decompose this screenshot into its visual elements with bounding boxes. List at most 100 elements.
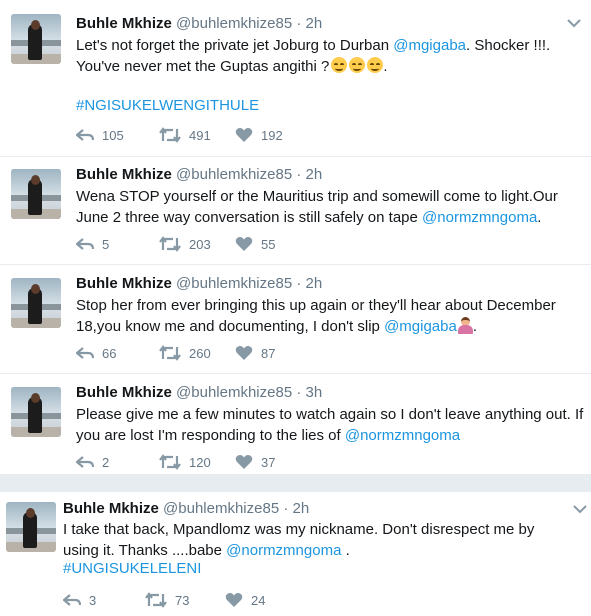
tweet-text: Stop her from ever bringing this up agai…	[76, 295, 584, 337]
author-name[interactable]: Buhle Mkhize	[76, 166, 172, 183]
author-name[interactable]: Buhle Mkhize	[76, 275, 172, 292]
like-button[interactable]: 55	[235, 234, 275, 254]
tweet-header: Buhle Mkhize @buhlemkhize85 · 3h	[76, 384, 322, 402]
text-segment: Please give me a few minutes to watch ag…	[76, 406, 584, 444]
author-handle[interactable]: @buhlemkhize85	[176, 275, 292, 292]
author-name[interactable]: Buhle Mkhize	[63, 500, 159, 517]
hashtag-link[interactable]: #UNGISUKELELENI	[63, 560, 201, 577]
retweet-icon	[159, 236, 181, 252]
heart-icon	[235, 346, 253, 360]
retweet-icon	[159, 345, 181, 361]
reply-button[interactable]: 3	[63, 590, 96, 610]
separator-dot: ·	[296, 275, 302, 292]
reply-count: 66	[102, 345, 117, 361]
heart-icon	[235, 237, 253, 251]
chevron-down-icon[interactable]	[572, 504, 588, 514]
tweet-card[interactable]: Buhle Mkhize @buhlemkhize85 · 2h I take …	[0, 492, 591, 616]
retweet-count: 120	[189, 454, 211, 470]
retweet-icon	[159, 454, 181, 470]
avatar[interactable]	[6, 502, 56, 552]
retweet-button[interactable]: 260	[159, 343, 211, 363]
author-handle[interactable]: @buhlemkhize85	[176, 384, 292, 401]
reply-count: 2	[102, 454, 110, 470]
text-segment: .	[537, 209, 542, 226]
separator-dot: ·	[283, 500, 289, 517]
mention-link[interactable]: @normzmngoma	[226, 542, 341, 559]
like-button[interactable]: 192	[235, 125, 283, 145]
reply-count: 5	[102, 236, 110, 252]
retweet-button[interactable]: 73	[145, 590, 189, 610]
smiling-face-emoji	[349, 57, 366, 73]
tweet-actions: 105 491 192	[76, 125, 376, 145]
retweet-button[interactable]: 120	[159, 452, 211, 472]
avatar[interactable]	[11, 278, 61, 328]
tweet-text: I take that back, Mpandlomz was my nickn…	[63, 519, 573, 561]
like-button[interactable]: 87	[235, 343, 275, 363]
author-handle[interactable]: @buhlemkhize85	[163, 500, 279, 517]
retweet-count: 491	[189, 127, 211, 143]
tweet-card[interactable]: Buhle Mkhize @buhlemkhize85 · 3h Please …	[0, 374, 591, 475]
tweet-text: Wena STOP yourself or the Mauritius trip…	[76, 186, 584, 228]
tweet-header: Buhle Mkhize @buhlemkhize85 · 2h	[76, 166, 322, 184]
reply-button[interactable]: 5	[76, 234, 109, 254]
tweet-hashtag-line: #UNGISUKELELENI	[63, 558, 201, 579]
like-count: 37	[261, 454, 276, 470]
mention-link[interactable]: @mgigaba	[384, 318, 457, 335]
tweet-hashtag-line: #NGISUKELWENGITHULE	[76, 95, 259, 116]
retweet-icon	[145, 592, 167, 608]
author-handle[interactable]: @buhlemkhize85	[176, 166, 292, 183]
smiling-face-emoji	[331, 57, 348, 73]
retweet-button[interactable]: 491	[159, 125, 211, 145]
timestamp[interactable]: 3h	[306, 384, 323, 401]
tweet-header: Buhle Mkhize @buhlemkhize85 · 2h	[76, 15, 322, 33]
like-button[interactable]: 24	[225, 590, 265, 610]
reply-icon	[76, 129, 94, 141]
author-name[interactable]: Buhle Mkhize	[76, 384, 172, 401]
smiling-face-emoji	[367, 57, 384, 73]
avatar[interactable]	[11, 14, 61, 64]
tweet-text: Please give me a few minutes to watch ag…	[76, 404, 584, 446]
avatar[interactable]	[11, 387, 61, 437]
reply-icon	[76, 238, 94, 250]
like-count: 55	[261, 236, 276, 252]
reply-button[interactable]: 2	[76, 452, 109, 472]
hashtag-link[interactable]: #NGISUKELWENGITHULE	[76, 97, 259, 114]
reply-icon	[76, 456, 94, 468]
timestamp[interactable]: 2h	[306, 15, 323, 32]
tweet-card[interactable]: Buhle Mkhize @buhlemkhize85 · 2h Stop he…	[0, 265, 591, 374]
avatar[interactable]	[11, 169, 61, 219]
separator-dot: ·	[296, 166, 302, 183]
tweet-text: Let's not forget the private jet Joburg …	[76, 37, 551, 75]
reply-icon	[63, 594, 81, 606]
author-name[interactable]: Buhle Mkhize	[76, 15, 172, 32]
retweet-count: 203	[189, 236, 211, 252]
mention-link[interactable]: @normzmngoma	[345, 427, 460, 444]
tweet-actions: 3 73 24	[63, 590, 363, 610]
text-segment: .	[341, 542, 350, 559]
tweet-actions: 5 203 55	[76, 234, 376, 254]
tweet-header: Buhle Mkhize @buhlemkhize85 · 2h	[76, 275, 322, 293]
retweet-icon	[159, 127, 181, 143]
tweet-actions: 66 260 87	[76, 343, 376, 363]
reply-count: 105	[102, 127, 124, 143]
person-gesturing-no-emoji	[457, 317, 473, 334]
author-handle[interactable]: @buhlemkhize85	[176, 15, 292, 32]
heart-icon	[225, 593, 243, 607]
tweet-card[interactable]: Buhle Mkhize @buhlemkhize85 · 2h Let's n…	[0, 0, 591, 157]
timestamp[interactable]: 2h	[306, 275, 323, 292]
timestamp[interactable]: 2h	[293, 500, 310, 517]
reply-button[interactable]: 105	[76, 125, 124, 145]
mention-link[interactable]: @mgigaba	[393, 37, 466, 54]
like-count: 192	[261, 127, 283, 143]
reply-count: 3	[89, 592, 97, 608]
like-count: 24	[251, 592, 266, 608]
tweet-card[interactable]: Buhle Mkhize @buhlemkhize85 · 2h Wena ST…	[0, 157, 591, 265]
retweet-count: 73	[175, 592, 190, 608]
reply-button[interactable]: 66	[76, 343, 116, 363]
mention-link[interactable]: @normzmngoma	[422, 209, 537, 226]
like-button[interactable]: 37	[235, 452, 275, 472]
timestamp[interactable]: 2h	[306, 166, 323, 183]
retweet-button[interactable]: 203	[159, 234, 211, 254]
chevron-down-icon[interactable]	[566, 18, 582, 28]
heart-icon	[235, 455, 253, 469]
